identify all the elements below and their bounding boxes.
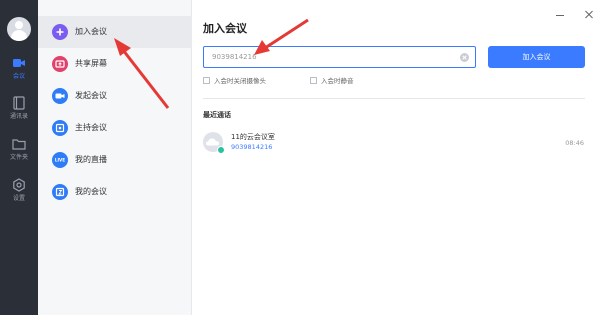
divider xyxy=(203,98,585,99)
menu-item-my-live[interactable]: LIVE 我的直播 xyxy=(38,144,192,176)
menu-item-label: 共享屏幕 xyxy=(75,59,107,68)
recent-call-item[interactable]: 11的云会议室 9039814216 08:46 xyxy=(192,127,600,159)
rail-item-folder[interactable]: 文件夹 xyxy=(0,137,38,167)
avatar[interactable] xyxy=(7,17,31,41)
rail-item-contacts[interactable]: 通讯录 xyxy=(0,96,38,126)
live-icon: LIVE xyxy=(52,152,68,168)
menu-item-label: 我的直播 xyxy=(75,155,107,164)
live-icon-text: LIVE xyxy=(55,158,65,163)
page-title: 加入会议 xyxy=(203,22,247,35)
recent-call-time: 08:46 xyxy=(565,139,584,147)
menu-item-my-meetings[interactable]: 我的会议 xyxy=(38,176,192,208)
join-meeting-panel: 加入会议 加入会议 入会时关闭摄像头 入会时静音 最近通话 11的云会议室 90… xyxy=(192,0,600,315)
folder-icon xyxy=(12,139,26,150)
video-camera-icon xyxy=(52,88,68,104)
close-icon[interactable] xyxy=(584,10,594,20)
share-screen-icon xyxy=(52,56,68,72)
video-camera-icon xyxy=(13,59,25,67)
camera-badge-icon xyxy=(217,146,225,154)
menu-item-label: 加入会议 xyxy=(75,27,107,36)
meeting-id-input[interactable] xyxy=(212,50,452,64)
meeting-id-field[interactable] xyxy=(203,46,476,68)
join-meeting-button[interactable]: 加入会议 xyxy=(488,46,585,68)
plus-icon xyxy=(52,24,68,40)
app-window: 会议 通讯录 文件夹 设置 加入会议 共享屏幕 发起会议 主持会议 LIVE 我… xyxy=(0,0,600,315)
contacts-icon xyxy=(13,96,25,110)
window-controls xyxy=(541,5,594,16)
meeting-menu: 加入会议 共享屏幕 发起会议 主持会议 LIVE 我的直播 我的会议 xyxy=(38,0,192,315)
option-label: 入会时静音 xyxy=(321,77,354,85)
rail-item-label: 设置 xyxy=(12,195,25,202)
rail-item-settings[interactable]: 设置 xyxy=(0,178,38,208)
gear-icon xyxy=(13,178,25,192)
rail-item-label: 文件夹 xyxy=(9,154,28,161)
host-icon xyxy=(52,120,68,136)
calendar-icon xyxy=(52,184,68,200)
menu-item-label: 发起会议 xyxy=(75,91,107,100)
minimize-icon[interactable] xyxy=(555,10,565,20)
clear-icon[interactable] xyxy=(460,53,469,62)
menu-item-label: 我的会议 xyxy=(75,187,107,196)
rail-item-label: 会议 xyxy=(12,73,25,80)
recent-calls-title: 最近通话 xyxy=(203,111,231,119)
mute-checkbox[interactable] xyxy=(310,77,317,84)
camera-off-checkbox[interactable] xyxy=(203,77,210,84)
menu-item-join-meeting[interactable]: 加入会议 xyxy=(38,16,192,48)
rail-item-meeting[interactable]: 会议 xyxy=(0,56,38,86)
menu-item-host-meeting[interactable]: 主持会议 xyxy=(38,112,192,144)
rail-item-label: 通讯录 xyxy=(9,113,28,120)
menu-item-start-meeting[interactable]: 发起会议 xyxy=(38,80,192,112)
recent-call-name: 11的云会议室 xyxy=(231,133,275,141)
menu-item-label: 主持会议 xyxy=(75,123,107,132)
menu-item-share-screen[interactable]: 共享屏幕 xyxy=(38,48,192,80)
option-label: 入会时关闭摄像头 xyxy=(214,77,266,85)
recent-call-id: 9039814216 xyxy=(231,143,273,151)
left-rail: 会议 通讯录 文件夹 设置 xyxy=(0,0,38,315)
